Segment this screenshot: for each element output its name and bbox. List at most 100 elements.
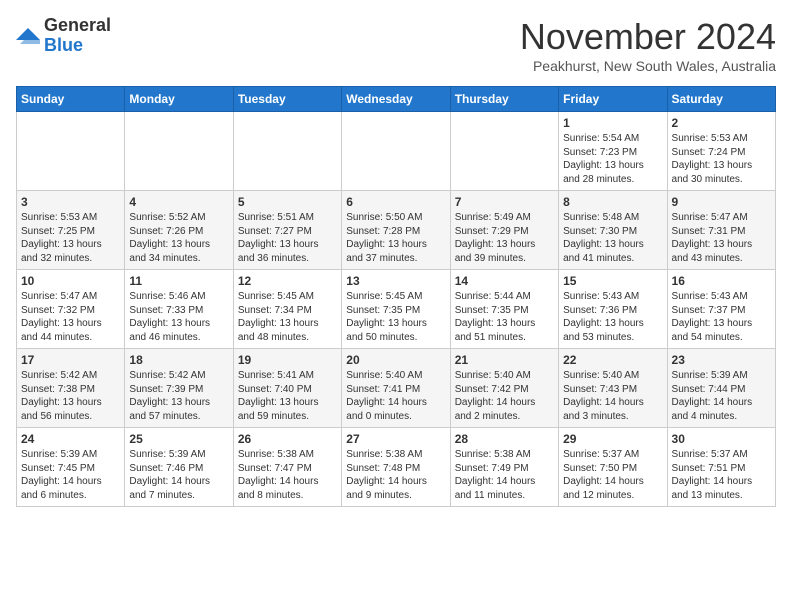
logo-general: General	[44, 16, 111, 36]
day-number: 4	[129, 195, 228, 209]
table-row	[233, 112, 341, 191]
day-number: 20	[346, 353, 445, 367]
day-number: 24	[21, 432, 120, 446]
calendar-table: Sunday Monday Tuesday Wednesday Thursday…	[16, 86, 776, 507]
day-number: 25	[129, 432, 228, 446]
day-info: Sunrise: 5:40 AMSunset: 7:43 PMDaylight:…	[563, 369, 662, 423]
calendar-week-row: 1 Sunrise: 5:54 AMSunset: 7:23 PMDaylight…	[17, 112, 776, 191]
day-number: 16	[672, 274, 771, 288]
page-header: General Blue November 2024 Peakhurst, Ne…	[16, 16, 776, 74]
table-row: 16 Sunrise: 5:43 AMSunset: 7:37 PMDayligh…	[667, 270, 775, 349]
logo: General Blue	[16, 16, 111, 56]
day-number: 1	[563, 116, 662, 130]
day-info: Sunrise: 5:40 AMSunset: 7:41 PMDaylight:…	[346, 369, 445, 423]
table-row: 10Sunrise: 5:47 AMSunset: 7:32 PMDayligh…	[17, 270, 125, 349]
title-block: November 2024 Peakhurst, New South Wales…	[520, 16, 776, 74]
table-row: 19 Sunrise: 5:41 AMSunset: 7:40 PMDayligh…	[233, 349, 341, 428]
day-number: 7	[455, 195, 554, 209]
day-info: Sunrise: 5:37 AMSunset: 7:51 PMDaylight:…	[672, 448, 771, 502]
day-info: Sunrise: 5:39 AMSunset: 7:46 PMDaylight:…	[129, 448, 228, 502]
logo-text: General Blue	[44, 16, 111, 56]
day-info: Sunrise: 5:41 AMSunset: 7:40 PMDaylight:…	[238, 369, 337, 423]
day-info: Sunrise: 5:54 AMSunset: 7:23 PMDaylight:…	[563, 132, 662, 186]
header-sunday: Sunday	[17, 87, 125, 112]
table-row: 15Sunrise: 5:43 AMSunset: 7:36 PMDayligh…	[559, 270, 667, 349]
day-number: 17	[21, 353, 120, 367]
header-saturday: Saturday	[667, 87, 775, 112]
day-info: Sunrise: 5:52 AMSunset: 7:26 PMDaylight:…	[129, 211, 228, 265]
day-info: Sunrise: 5:45 AMSunset: 7:35 PMDaylight:…	[346, 290, 445, 344]
day-info: Sunrise: 5:39 AMSunset: 7:45 PMDaylight:…	[21, 448, 120, 502]
day-number: 14	[455, 274, 554, 288]
table-row: 12 Sunrise: 5:45 AMSunset: 7:34 PMDayligh…	[233, 270, 341, 349]
table-row: 26 Sunrise: 5:38 AMSunset: 7:47 PMDayligh…	[233, 428, 341, 507]
header-wednesday: Wednesday	[342, 87, 450, 112]
table-row: 6Sunrise: 5:50 AMSunset: 7:28 PMDaylight…	[342, 191, 450, 270]
table-row: 30 Sunrise: 5:37 AMSunset: 7:51 PMDayligh…	[667, 428, 775, 507]
month-title: November 2024	[520, 16, 776, 58]
day-info: Sunrise: 5:40 AMSunset: 7:42 PMDaylight:…	[455, 369, 554, 423]
day-info: Sunrise: 5:38 AMSunset: 7:49 PMDaylight:…	[455, 448, 554, 502]
day-info: Sunrise: 5:48 AMSunset: 7:30 PMDaylight:…	[563, 211, 662, 265]
day-number: 18	[129, 353, 228, 367]
day-number: 29	[563, 432, 662, 446]
day-info: Sunrise: 5:47 AMSunset: 7:31 PMDaylight:…	[672, 211, 771, 265]
header-tuesday: Tuesday	[233, 87, 341, 112]
calendar-week-row: 24 Sunrise: 5:39 AMSunset: 7:45 PMDayligh…	[17, 428, 776, 507]
table-row: 20 Sunrise: 5:40 AMSunset: 7:41 PMDayligh…	[342, 349, 450, 428]
table-row	[17, 112, 125, 191]
day-number: 19	[238, 353, 337, 367]
day-number: 5	[238, 195, 337, 209]
day-number: 10	[21, 274, 120, 288]
table-row: 21 Sunrise: 5:40 AMSunset: 7:42 PMDayligh…	[450, 349, 558, 428]
table-row: 7 Sunrise: 5:49 AMSunset: 7:29 PMDaylight…	[450, 191, 558, 270]
day-info: Sunrise: 5:45 AMSunset: 7:34 PMDaylight:…	[238, 290, 337, 344]
header-monday: Monday	[125, 87, 233, 112]
day-number: 8	[563, 195, 662, 209]
day-number: 12	[238, 274, 337, 288]
calendar-week-row: 10Sunrise: 5:47 AMSunset: 7:32 PMDayligh…	[17, 270, 776, 349]
day-number: 11	[129, 274, 228, 288]
day-info: Sunrise: 5:43 AMSunset: 7:37 PMDaylight:…	[672, 290, 771, 344]
day-number: 13	[346, 274, 445, 288]
table-row: 27 Sunrise: 5:38 AMSunset: 7:48 PMDayligh…	[342, 428, 450, 507]
day-number: 28	[455, 432, 554, 446]
day-number: 21	[455, 353, 554, 367]
location-subtitle: Peakhurst, New South Wales, Australia	[520, 58, 776, 74]
day-number: 23	[672, 353, 771, 367]
day-info: Sunrise: 5:49 AMSunset: 7:29 PMDaylight:…	[455, 211, 554, 265]
logo-icon	[16, 24, 40, 48]
day-info: Sunrise: 5:38 AMSunset: 7:47 PMDaylight:…	[238, 448, 337, 502]
table-row: 2 Sunrise: 5:53 AMSunset: 7:24 PMDaylight…	[667, 112, 775, 191]
day-number: 30	[672, 432, 771, 446]
day-info: Sunrise: 5:42 AMSunset: 7:39 PMDaylight:…	[129, 369, 228, 423]
table-row: 17 Sunrise: 5:42 AMSunset: 7:38 PMDayligh…	[17, 349, 125, 428]
table-row: 18 Sunrise: 5:42 AMSunset: 7:39 PMDayligh…	[125, 349, 233, 428]
table-row: 23 Sunrise: 5:39 AMSunset: 7:44 PMDayligh…	[667, 349, 775, 428]
day-info: Sunrise: 5:53 AMSunset: 7:24 PMDaylight:…	[672, 132, 771, 186]
day-info: Sunrise: 5:51 AMSunset: 7:27 PMDaylight:…	[238, 211, 337, 265]
day-number: 26	[238, 432, 337, 446]
calendar-week-row: 3Sunrise: 5:53 AMSunset: 7:25 PMDaylight…	[17, 191, 776, 270]
day-number: 2	[672, 116, 771, 130]
day-number: 22	[563, 353, 662, 367]
table-row: 3Sunrise: 5:53 AMSunset: 7:25 PMDaylight…	[17, 191, 125, 270]
table-row: 1 Sunrise: 5:54 AMSunset: 7:23 PMDaylight…	[559, 112, 667, 191]
table-row: 5 Sunrise: 5:51 AMSunset: 7:27 PMDaylight…	[233, 191, 341, 270]
table-row: 11Sunrise: 5:46 AMSunset: 7:33 PMDayligh…	[125, 270, 233, 349]
header-friday: Friday	[559, 87, 667, 112]
table-row: 8 Sunrise: 5:48 AMSunset: 7:30 PMDaylight…	[559, 191, 667, 270]
day-info: Sunrise: 5:42 AMSunset: 7:38 PMDaylight:…	[21, 369, 120, 423]
day-number: 27	[346, 432, 445, 446]
day-info: Sunrise: 5:44 AMSunset: 7:35 PMDaylight:…	[455, 290, 554, 344]
day-info: Sunrise: 5:38 AMSunset: 7:48 PMDaylight:…	[346, 448, 445, 502]
day-info: Sunrise: 5:39 AMSunset: 7:44 PMDaylight:…	[672, 369, 771, 423]
day-info: Sunrise: 5:53 AMSunset: 7:25 PMDaylight:…	[21, 211, 120, 265]
day-info: Sunrise: 5:37 AMSunset: 7:50 PMDaylight:…	[563, 448, 662, 502]
table-row: 13 Sunrise: 5:45 AMSunset: 7:35 PMDayligh…	[342, 270, 450, 349]
table-row: 9Sunrise: 5:47 AMSunset: 7:31 PMDaylight…	[667, 191, 775, 270]
calendar-header-row: Sunday Monday Tuesday Wednesday Thursday…	[17, 87, 776, 112]
table-row: 14 Sunrise: 5:44 AMSunset: 7:35 PMDayligh…	[450, 270, 558, 349]
table-row: 28 Sunrise: 5:38 AMSunset: 7:49 PMDayligh…	[450, 428, 558, 507]
table-row	[125, 112, 233, 191]
